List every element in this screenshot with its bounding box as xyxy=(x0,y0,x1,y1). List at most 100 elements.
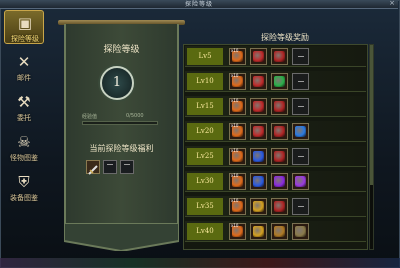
reward-item[interactable] xyxy=(292,173,309,190)
reward-item[interactable]: x10 xyxy=(229,148,246,165)
reward-item-empty[interactable] xyxy=(292,73,309,90)
reward-level-label: Lv30 xyxy=(187,173,223,190)
crossed-axes-icon: ✕ xyxy=(17,53,31,71)
map-icon: ▣ xyxy=(17,14,33,32)
monster-icon: ☠ xyxy=(17,133,31,151)
item-gem-icon xyxy=(295,226,306,237)
banner-title: 探险等级 xyxy=(103,45,140,55)
sidenav-item-label: 委托 xyxy=(17,114,31,122)
exp-value: 0/5000 xyxy=(126,113,144,119)
reward-row: Lv5 x10 xyxy=(185,46,366,67)
item-gem-icon xyxy=(274,151,285,162)
reward-item[interactable] xyxy=(271,48,288,65)
banner-tail xyxy=(64,223,179,251)
reward-row: Lv35 x10 xyxy=(185,196,366,217)
level-emblem: 1 xyxy=(100,66,134,100)
item-count: x10 xyxy=(231,98,239,103)
item-gem-icon xyxy=(274,51,285,62)
reward-item-empty[interactable] xyxy=(292,148,309,165)
item-gem-icon xyxy=(253,176,264,187)
reward-item[interactable] xyxy=(250,198,267,215)
reward-item[interactable] xyxy=(271,123,288,140)
reward-item[interactable] xyxy=(271,148,288,165)
reward-item[interactable]: x10 xyxy=(229,48,246,65)
reward-item[interactable] xyxy=(250,48,267,65)
sidenav-item-label: 邮件 xyxy=(17,74,31,82)
item-count: x10 xyxy=(231,123,239,128)
reward-item[interactable]: x10 xyxy=(229,123,246,140)
reward-item[interactable] xyxy=(271,98,288,115)
sidenav-item[interactable]: ⚒ 委托 xyxy=(4,90,44,124)
reward-level-label: Lv40 xyxy=(187,223,223,240)
item-gem-icon xyxy=(253,101,264,112)
empty-slot-dash xyxy=(298,106,304,107)
reward-row: Lv40 x10 xyxy=(185,221,366,242)
reward-item-empty[interactable] xyxy=(292,98,309,115)
item-gem-icon xyxy=(253,51,264,62)
close-icon[interactable]: × xyxy=(389,0,395,7)
empty-slot-dash xyxy=(298,81,304,82)
reward-level-label: Lv15 xyxy=(187,98,223,115)
reward-item[interactable]: x10 xyxy=(229,223,246,240)
window-title: 探险等级 xyxy=(184,1,213,8)
welfare-slot-empty[interactable] xyxy=(103,160,117,174)
reward-item[interactable]: x10 xyxy=(229,173,246,190)
reward-level-label: Lv35 xyxy=(187,198,223,215)
reward-row: Lv10 x10 xyxy=(185,71,366,92)
reward-row: Lv30 x10 xyxy=(185,171,366,192)
reward-item[interactable] xyxy=(250,123,267,140)
reward-item[interactable]: x10 xyxy=(229,73,246,90)
reward-item[interactable] xyxy=(250,148,267,165)
reward-item[interactable] xyxy=(292,123,309,140)
reward-item[interactable] xyxy=(250,98,267,115)
exp-label: 经验值 xyxy=(82,114,98,120)
welfare-title: 当前探险等级福利 xyxy=(89,144,154,153)
item-gem-icon xyxy=(274,76,285,87)
rewards-scrollbar[interactable] xyxy=(369,44,374,250)
reward-item[interactable] xyxy=(250,223,267,240)
welfare-slot-sword-icon[interactable] xyxy=(86,160,100,175)
item-gem-icon xyxy=(253,151,264,162)
reward-item[interactable] xyxy=(271,198,288,215)
sidenav-item-label: 装备图鉴 xyxy=(10,194,38,202)
item-gem-icon xyxy=(253,226,264,237)
hammer-icon: ⚒ xyxy=(17,93,31,111)
item-gem-icon xyxy=(253,76,264,87)
reward-row: Lv15 x10 xyxy=(185,96,366,117)
empty-slot-dash xyxy=(298,56,304,57)
welfare-slot-empty[interactable] xyxy=(120,160,134,174)
item-count: x10 xyxy=(231,48,239,53)
item-gem-icon xyxy=(274,101,285,112)
item-gem-icon xyxy=(253,201,264,212)
reward-item-empty[interactable] xyxy=(292,198,309,215)
reward-item-empty[interactable] xyxy=(292,48,309,65)
reward-item[interactable] xyxy=(271,73,288,90)
empty-slot-dash xyxy=(298,206,304,207)
rewards-header: 探险等级奖励 xyxy=(261,33,309,42)
reward-item[interactable] xyxy=(271,223,288,240)
item-gem-icon xyxy=(274,201,285,212)
sidenav-item[interactable]: ⛨ 装备图鉴 xyxy=(4,170,44,204)
title-bar: 探险等级 × xyxy=(0,0,398,9)
game-scene-strip xyxy=(0,258,400,268)
item-gem-icon xyxy=(253,126,264,137)
scroll-thumb[interactable] xyxy=(370,45,373,185)
armor-icon: ⛨ xyxy=(18,173,30,191)
sidenav-item[interactable]: ▣ 探险等级 xyxy=(4,10,44,44)
reward-item[interactable] xyxy=(250,73,267,90)
reward-item[interactable] xyxy=(292,223,309,240)
item-count: x10 xyxy=(231,73,239,78)
reward-item[interactable]: x10 xyxy=(229,98,246,115)
reward-item[interactable]: x10 xyxy=(229,198,246,215)
sidenav-item[interactable]: ☠ 怪物图鉴 xyxy=(4,130,44,164)
reward-level-label: Lv20 xyxy=(187,123,223,140)
sidenav-item-label: 怪物图鉴 xyxy=(10,154,38,162)
item-gem-icon xyxy=(274,226,285,237)
reward-row: Lv20 x10 xyxy=(185,121,366,142)
reward-level-label: Lv25 xyxy=(187,148,223,165)
reward-item[interactable] xyxy=(271,173,288,190)
reward-item[interactable] xyxy=(250,173,267,190)
reward-level-label: Lv10 xyxy=(187,73,223,90)
sidenav-item[interactable]: ✕ 邮件 xyxy=(4,50,44,84)
item-count: x10 xyxy=(231,198,239,203)
